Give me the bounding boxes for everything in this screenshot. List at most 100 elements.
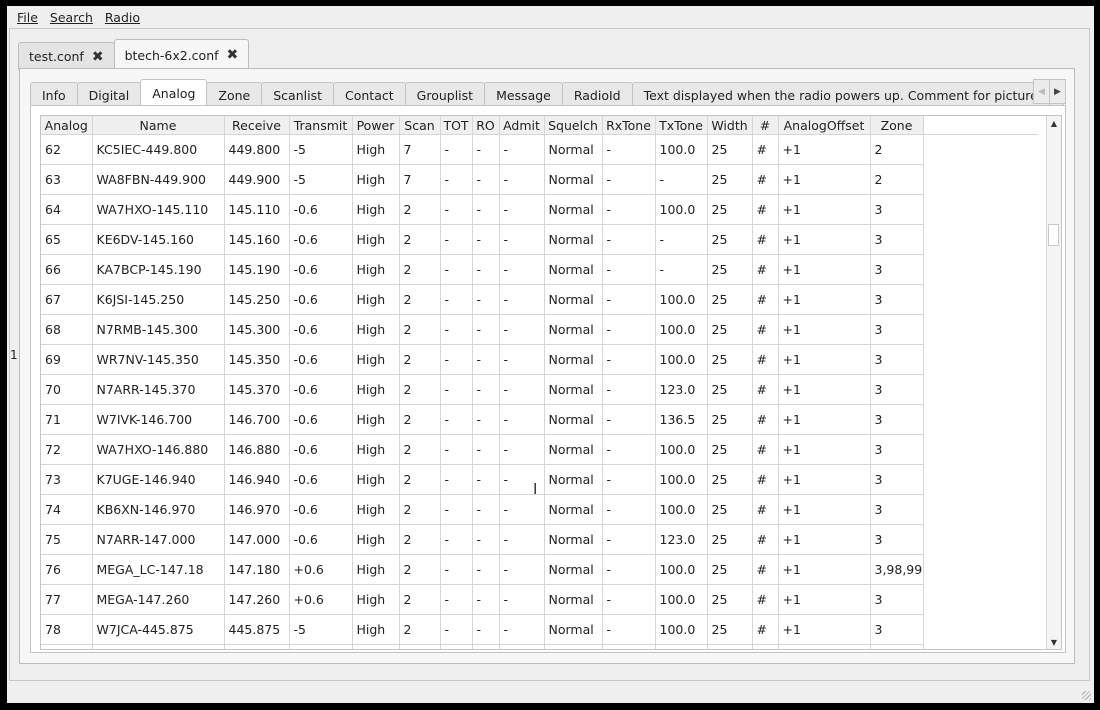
menu-file[interactable]: File [11, 10, 44, 25]
table-cell[interactable] [752, 644, 779, 649]
table-cell[interactable]: Normal [544, 524, 603, 555]
table-cell[interactable]: - [440, 464, 473, 495]
table-cell[interactable]: Normal [544, 584, 603, 615]
table-cell[interactable]: 62 [41, 134, 93, 165]
file-tab[interactable]: btech-6x2.conf ✖ [113, 39, 250, 70]
table-cell[interactable]: High [352, 374, 400, 405]
resize-grip-icon[interactable] [1082, 691, 1091, 700]
table-cell[interactable] [224, 644, 290, 649]
tab-digital[interactable]: Digital [76, 82, 142, 107]
table-cell[interactable]: -0.6 [289, 224, 353, 255]
table-cell[interactable]: # [752, 494, 779, 525]
table-cell[interactable]: - [602, 554, 656, 585]
table-cell[interactable]: 100.0 [655, 434, 708, 465]
table-cell[interactable]: 63 [41, 164, 93, 195]
table-cell[interactable]: 123.0 [655, 374, 708, 405]
table-cell[interactable]: Normal [544, 134, 603, 165]
table-cell[interactable]: Normal [544, 194, 603, 225]
table-cell[interactable]: 25 [707, 224, 753, 255]
table-cell[interactable]: W7JCA-445.875 [92, 614, 225, 645]
table-cell[interactable]: -5 [289, 164, 353, 195]
tab-analog[interactable]: Analog [140, 79, 208, 107]
table-cell[interactable]: - [602, 284, 656, 315]
table-cell[interactable]: 2 [399, 464, 441, 495]
column-header[interactable]: RxTone [602, 116, 656, 135]
table-cell[interactable]: - [499, 344, 545, 375]
table-cell[interactable]: 3 [870, 524, 924, 555]
tab-scanlist[interactable]: Scanlist [261, 82, 334, 107]
table-cell[interactable]: - [602, 404, 656, 435]
table-cell[interactable]: WA8FBN-449.900 [92, 164, 225, 195]
table-cell[interactable]: 2 [399, 194, 441, 225]
table-cell[interactable]: 2 [399, 614, 441, 645]
table-cell[interactable]: - [602, 524, 656, 555]
table-cell[interactable]: 449.900 [224, 164, 290, 195]
table-cell[interactable]: 25 [707, 494, 753, 525]
table-cell[interactable]: - [440, 284, 473, 315]
table-cell[interactable]: +1 [778, 344, 871, 375]
table-cell[interactable]: - [472, 404, 500, 435]
table-cell[interactable]: -0.6 [289, 404, 353, 435]
table-cell[interactable]: 147.260 [224, 584, 290, 615]
table-cell[interactable]: 2 [399, 284, 441, 315]
table-row[interactable]: 62 KC5IEC-449.800 449.800 -5 High 7- - - Normal -… [41, 134, 1038, 165]
table-cell[interactable]: 67 [41, 284, 93, 315]
table-cell[interactable]: - [655, 254, 708, 285]
table-cell[interactable]: KE6DV-145.160 [92, 224, 225, 255]
table-cell[interactable]: +0.6 [289, 584, 353, 615]
table-cell[interactable]: 77 [41, 584, 93, 615]
table-cell[interactable]: 145.370 [224, 374, 290, 405]
table-cell[interactable]: - [472, 434, 500, 465]
table-cell[interactable]: - [440, 254, 473, 285]
column-header[interactable]: Zone [870, 116, 924, 135]
table-cell[interactable]: 146.940 [224, 464, 290, 495]
table-row[interactable]: 75 N7ARR-147.000 147.000 -0.6 High 2- - - Normal… [41, 524, 1038, 555]
column-header[interactable]: Transmit [289, 116, 353, 135]
table-row[interactable]: 77 MEGA-147.260 147.260 +0.6 High 2- - - Normal -… [41, 584, 1038, 615]
table-cell[interactable]: - [472, 524, 500, 555]
table-cell[interactable]: - [499, 434, 545, 465]
table-cell[interactable]: High [352, 554, 400, 585]
table-cell[interactable]: - [499, 494, 545, 525]
table-cell[interactable]: 3 [870, 284, 924, 315]
table-cell[interactable]: K7UGE-146.940 [92, 464, 225, 495]
table-cell[interactable]: - [472, 614, 500, 645]
table-cell[interactable]: 100.0 [655, 554, 708, 585]
table-cell[interactable]: 72 [41, 434, 93, 465]
table-cell[interactable]: - [472, 584, 500, 615]
table-cell[interactable]: Normal [544, 614, 603, 645]
table-cell[interactable] [778, 644, 871, 649]
table-cell[interactable]: # [752, 314, 779, 345]
table-cell[interactable]: 449.800 [224, 134, 290, 165]
table-cell[interactable]: 25 [707, 614, 753, 645]
table-cell[interactable]: 145.110 [224, 194, 290, 225]
tab-info[interactable]: Info [30, 82, 78, 107]
table-cell[interactable]: 7 [399, 134, 441, 165]
column-header[interactable]: RO [472, 116, 500, 135]
table-cell[interactable]: Normal [544, 344, 603, 375]
table-cell[interactable]: 25 [707, 164, 753, 195]
table-cell[interactable]: - [602, 494, 656, 525]
table-cell[interactable]: +1 [778, 374, 871, 405]
table-cell[interactable]: High [352, 434, 400, 465]
close-icon[interactable]: ✖ [92, 49, 104, 65]
table-cell[interactable]: 3 [870, 224, 924, 255]
scroll-thumb[interactable] [1048, 224, 1059, 246]
table-cell[interactable]: High [352, 584, 400, 615]
vertical-scrollbar[interactable]: ▲ ▼ [1046, 116, 1061, 649]
table-cell[interactable]: MEGA-147.260 [92, 584, 225, 615]
tab-radioid[interactable]: RadioId [561, 82, 633, 107]
table-cell[interactable]: - [499, 614, 545, 645]
table-cell[interactable]: # [752, 344, 779, 375]
table-cell[interactable]: - [602, 584, 656, 615]
table-cell[interactable]: +1 [778, 134, 871, 165]
table-cell[interactable]: - [440, 374, 473, 405]
table-cell[interactable]: 445.875 [224, 614, 290, 645]
table-cell[interactable]: 145.160 [224, 224, 290, 255]
table-cell[interactable]: 145.300 [224, 314, 290, 345]
table-cell[interactable]: # [752, 464, 779, 495]
table-cell[interactable]: 3,98,99 [870, 554, 924, 585]
column-header[interactable]: # [752, 116, 779, 135]
table-cell[interactable]: -0.6 [289, 494, 353, 525]
table-cell[interactable]: 74 [41, 494, 93, 525]
